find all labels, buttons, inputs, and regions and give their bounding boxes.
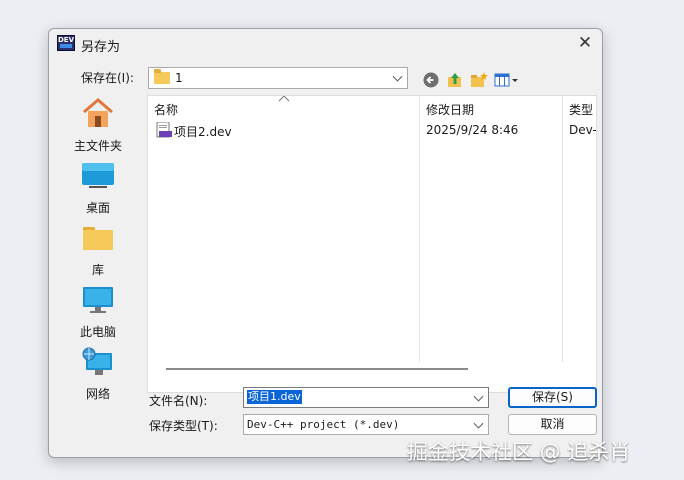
up-folder-button[interactable] [446, 71, 464, 89]
close-button[interactable]: ✕ [568, 29, 602, 57]
place-libraries[interactable]: 库 [61, 223, 135, 279]
save-button[interactable]: 保存(S) [508, 387, 597, 408]
file-list[interactable]: 名称 修改日期 类型 项目2.dev 2025/9/24 8:46 Dev- [147, 95, 597, 393]
filetype-select[interactable]: Dev-C++ project (*.dev) [243, 414, 489, 435]
place-this-pc[interactable]: 此电脑 [61, 285, 135, 341]
view-menu-button[interactable] [494, 71, 520, 89]
save-in-label: 保存在(I): [81, 71, 134, 85]
file-modified: 2025/9/24 8:46 [426, 123, 519, 137]
watermark: 掘金技术社区 @ 追杀肖 [407, 440, 631, 464]
home-icon [83, 98, 113, 127]
dev-project-file-icon [156, 122, 172, 138]
filename-label: 文件名(N): [149, 394, 208, 408]
place-network[interactable]: 网络 [61, 347, 135, 403]
title-bar: DEV 另存为 ✕ [49, 29, 602, 59]
place-home[interactable]: 主文件夹 [61, 97, 135, 153]
filename-input[interactable]: 项目1.dev [243, 387, 489, 408]
sort-ascending-icon [278, 96, 290, 102]
save-in-value: 1 [175, 71, 183, 85]
devcpp-app-icon: DEV [57, 35, 75, 51]
cancel-button[interactable]: 取消 [508, 414, 597, 435]
new-folder-icon [471, 72, 488, 87]
close-icon: ✕ [577, 33, 593, 53]
file-type: Dev- [569, 123, 597, 137]
folder-icon [154, 69, 170, 84]
filetype-label: 保存类型(T): [149, 419, 218, 433]
save-in-combo[interactable]: 1 [148, 67, 408, 89]
chevron-down-icon [473, 391, 484, 402]
column-header-name[interactable]: 名称 [154, 101, 178, 118]
new-folder-button[interactable] [470, 71, 488, 89]
file-name: 项目2.dev [174, 125, 232, 139]
filetype-value: Dev-C++ project (*.dev) [247, 418, 400, 431]
view-menu-icon [494, 73, 518, 87]
places-bar: 主文件夹 桌面 库 此电脑 网络 [61, 91, 135, 401]
place-desktop[interactable]: 桌面 [61, 161, 135, 217]
network-icon [82, 347, 112, 375]
dialog-title: 另存为 [81, 40, 121, 55]
file-row[interactable]: 项目2.dev 2025/9/24 8:46 Dev- [148, 120, 597, 140]
up-folder-icon [448, 73, 461, 87]
back-icon [423, 72, 439, 88]
chevron-down-icon [392, 71, 403, 82]
save-as-dialog: DEV 另存为 ✕ 保存在(I): 1 主文件夹 桌面 库 此电脑 网络 名称 … [48, 28, 603, 458]
back-button[interactable] [422, 71, 440, 89]
computer-icon [83, 287, 113, 313]
horizontal-scrollbar[interactable] [166, 368, 468, 370]
column-header-modified[interactable]: 修改日期 [426, 101, 474, 118]
column-header-type[interactable]: 类型 [569, 101, 593, 118]
chevron-down-icon [473, 418, 484, 429]
desktop-icon [82, 163, 114, 188]
filename-value: 项目1.dev [247, 390, 302, 404]
folder-icon [83, 227, 113, 250]
